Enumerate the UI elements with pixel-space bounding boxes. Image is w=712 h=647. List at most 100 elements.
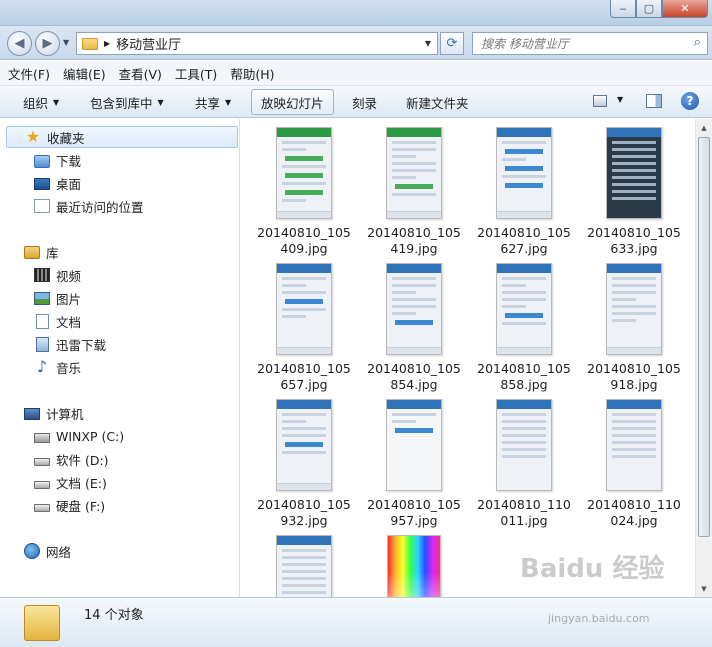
nav-computer[interactable]: 计算机 (0, 402, 84, 424)
file-item[interactable] (366, 535, 462, 597)
folder-icon (82, 37, 98, 50)
star-icon: ★ (25, 127, 41, 146)
menu-file[interactable]: 文件(F) (8, 64, 50, 83)
maximize-button[interactable]: ▢ (636, 0, 662, 18)
menu-edit[interactable]: 编辑(E) (63, 64, 106, 83)
nav-desktop[interactable]: 桌面 (0, 172, 81, 194)
file-item[interactable]: 20140810_105957.jpg (366, 399, 462, 529)
menu-help[interactable]: 帮助(H) (230, 64, 274, 83)
nav-libraries[interactable]: 库 (0, 241, 59, 263)
nav-label: 计算机 (46, 406, 84, 422)
forward-arrow-icon: ▶ (42, 36, 53, 51)
scroll-down-arrow-icon[interactable]: ▼ (696, 580, 712, 597)
nav-label: 图片 (56, 291, 82, 307)
close-button[interactable]: ✕ (662, 0, 708, 18)
new-folder-button[interactable]: 新建文件夹 (406, 93, 469, 112)
watermark: Baidu 经验 (520, 554, 665, 584)
share-label: 共享 (195, 96, 221, 111)
organize-label: 组织 (23, 96, 49, 111)
search-input[interactable]: 搜索 移动营业厅 ⌕ (472, 32, 708, 55)
nav-favorites[interactable]: ★ 收藏夹 (6, 126, 238, 148)
file-name: 20140810_105409.jpg (257, 225, 351, 256)
file-item[interactable]: 20140810_105854.jpg (366, 263, 462, 393)
nav-downloads[interactable]: 下载 (0, 149, 81, 171)
nav-xunlei-downloads[interactable]: 迅雷下载 (0, 333, 106, 355)
vertical-scrollbar[interactable]: ▲ ▼ (695, 119, 712, 597)
image-thumbnail (276, 263, 332, 355)
nav-drive-f[interactable]: 硬盘 (F:) (0, 494, 105, 516)
address-history-dropdown[interactable]: ▼ (425, 39, 431, 48)
chevron-down-icon: ▼ (225, 98, 232, 107)
file-name: 20140810_110024.jpg (587, 497, 681, 528)
nav-drive-e[interactable]: 文档 (E:) (0, 471, 107, 493)
menu-view[interactable]: 查看(V) (119, 64, 162, 83)
file-item[interactable] (256, 535, 352, 597)
include-in-library-button[interactable]: 包含到库中 ▼ (90, 93, 164, 112)
file-item[interactable]: 20140810_105932.jpg (256, 399, 352, 529)
organize-button[interactable]: 组织 ▼ (23, 93, 59, 112)
nav-label: 迅雷下载 (56, 337, 107, 353)
image-thumbnail (606, 399, 662, 491)
recent-pages-dropdown[interactable]: ▼ (63, 38, 69, 47)
burn-button[interactable]: 刻录 (352, 93, 377, 112)
search-icon[interactable]: ⌕ (694, 35, 701, 50)
refresh-button[interactable]: ⟳ (440, 32, 464, 55)
command-bar: 组织 ▼ 包含到库中 ▼ 共享 ▼ 放映幻灯片 刻录 新建文件夹 ▼ ? (0, 86, 712, 118)
nav-drive-d[interactable]: 软件 (D:) (0, 448, 109, 470)
back-button[interactable]: ◀ (7, 31, 32, 56)
new-folder-label: 新建文件夹 (406, 96, 469, 111)
file-name: 20140810_105957.jpg (367, 497, 461, 528)
nav-videos[interactable]: 视频 (0, 264, 81, 286)
hard-drive-icon (34, 503, 50, 512)
address-field[interactable]: ▶ 移动营业厅 ▼ (76, 32, 438, 55)
scrollbar-thumb[interactable] (698, 137, 710, 537)
video-icon (34, 268, 50, 282)
chevron-down-icon: ▼ (617, 95, 624, 104)
watermark-url: jingyan.baidu.com (548, 612, 650, 625)
nav-network[interactable]: 网络 (0, 540, 71, 562)
share-button[interactable]: 共享 ▼ (195, 93, 231, 112)
hard-drive-icon (34, 457, 50, 466)
library-icon (24, 245, 40, 259)
menu-tools[interactable]: 工具(T) (175, 64, 217, 83)
recent-places-icon (34, 199, 50, 213)
nav-label: 视频 (56, 268, 82, 284)
view-options-dropdown[interactable]: ▼ (612, 95, 623, 104)
breadcrumb-current-folder[interactable]: 移动营业厅 (116, 34, 181, 53)
change-view-icon[interactable] (593, 95, 607, 107)
preview-pane-icon[interactable] (646, 94, 662, 108)
image-thumbnail (606, 263, 662, 355)
nav-drive-c[interactable]: WINXP (C:) (0, 425, 124, 447)
nav-pictures[interactable]: 图片 (0, 287, 81, 309)
file-item[interactable]: 20140810_105627.jpg (476, 127, 572, 257)
file-name: 20140810_105633.jpg (587, 225, 681, 256)
scroll-up-arrow-icon[interactable]: ▲ (696, 119, 712, 136)
file-item[interactable]: 20140810_105633.jpg (586, 127, 682, 257)
nav-label: 文档 (56, 314, 82, 330)
downloads-folder-icon (34, 154, 50, 168)
nav-documents[interactable]: 文档 (0, 310, 81, 332)
nav-label: 软件 (D:) (56, 452, 109, 468)
file-item[interactable]: 20140810_110011.jpg (476, 399, 572, 529)
minimize-button[interactable]: ‒ (610, 0, 636, 18)
file-item[interactable]: 20140810_110024.jpg (586, 399, 682, 529)
file-item[interactable]: 20140810_105419.jpg (366, 127, 462, 257)
nav-music[interactable]: ♪ 音乐 (0, 356, 81, 378)
nav-label: 硬盘 (F:) (56, 498, 106, 514)
nav-recent-places[interactable]: 最近访问的位置 (0, 195, 144, 217)
help-icon[interactable]: ? (681, 92, 699, 110)
breadcrumb-chevron-icon[interactable]: ▶ (104, 39, 110, 48)
file-item[interactable]: 20140810_105918.jpg (586, 263, 682, 393)
image-thumbnail (496, 399, 552, 491)
menu-bar: 文件(F) 编辑(E) 查看(V) 工具(T) 帮助(H) (0, 61, 712, 86)
slideshow-button[interactable]: 放映幻灯片 (251, 89, 334, 115)
file-item[interactable]: 20140810_105858.jpg (476, 263, 572, 393)
forward-button[interactable]: ▶ (35, 31, 60, 56)
back-arrow-icon: ◀ (14, 36, 25, 51)
windows-drive-icon (34, 433, 50, 443)
file-item[interactable]: 20140810_105657.jpg (256, 263, 352, 393)
navigation-pane: ★ 收藏夹 下载 桌面 最近访问的位置 库 视频 图片 文档 迅雷下载 ♪ 音乐… (0, 119, 240, 597)
computer-icon (24, 407, 40, 420)
address-bar-row: ◀ ▶ ▼ ▶ 移动营业厅 ▼ ⟳ 搜索 移动营业厅 ⌕ (0, 26, 712, 60)
file-item[interactable]: 20140810_105409.jpg (256, 127, 352, 257)
